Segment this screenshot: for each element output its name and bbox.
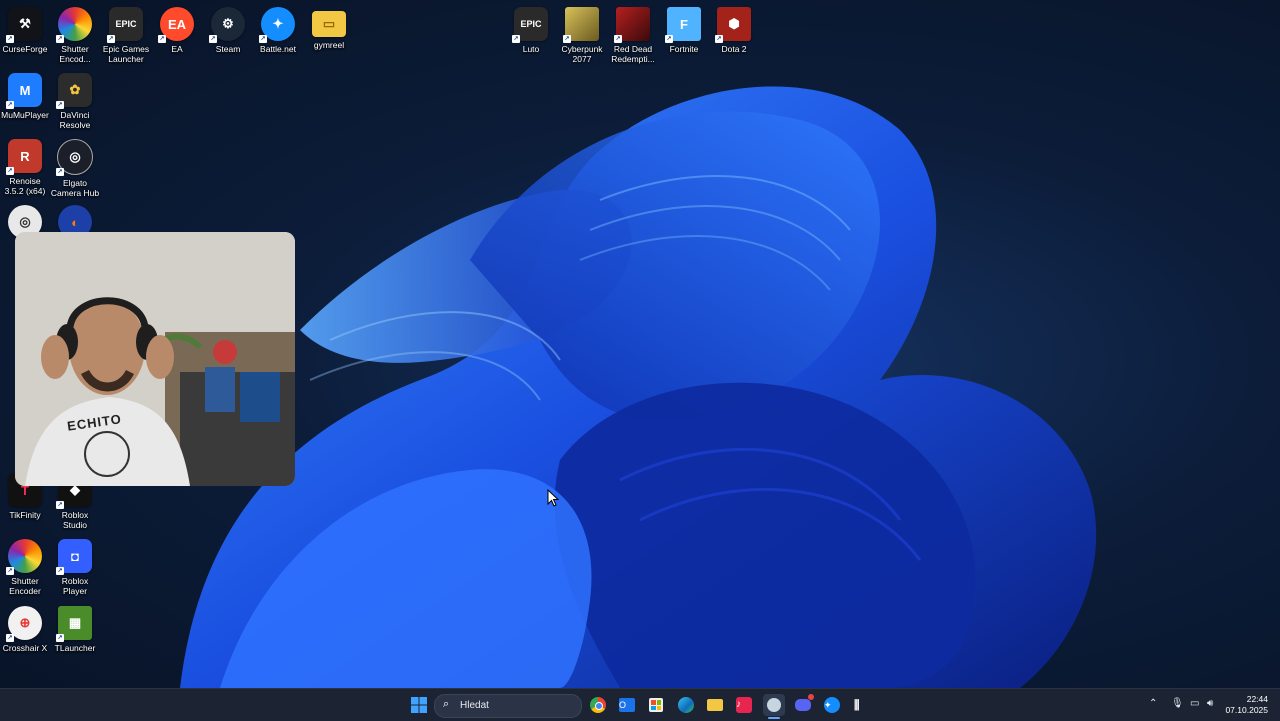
icon-label: Crosshair X	[2, 643, 48, 653]
icon-label: Cyberpunk 2077	[561, 44, 603, 64]
desktop-icon-dota-2[interactable]: ⬢ ↗ Dota 2	[709, 7, 759, 54]
desktop-icon-epic-games-launcher[interactable]: EPIC ↗ Epic Games Launcher	[101, 7, 151, 64]
file-explorer-icon[interactable]	[704, 694, 726, 716]
battlenet-taskbar-icon[interactable]: ✦	[821, 694, 843, 716]
shutter-encoder-icon: ↗	[56, 7, 92, 43]
desktop-icon-shutter-encoder-2[interactable]: ↗ Shutter Encoder	[0, 539, 50, 596]
icon-label: Renoise 3.5.2 (x64)	[4, 176, 46, 196]
chevron-up-icon[interactable]: ⌃	[1149, 698, 1157, 709]
chrome-icon[interactable]	[587, 694, 609, 716]
folder-icon: ▭	[312, 11, 346, 37]
clock-time: 22:44	[1246, 694, 1268, 704]
icon-label: Red Dead Redempti...	[611, 44, 655, 64]
fortnite-icon: F ↗	[665, 7, 701, 43]
battlenet-icon: ✦ ↗	[259, 7, 295, 43]
outlook-icon[interactable]: O	[616, 694, 638, 716]
network-icon[interactable]: ▭	[1190, 698, 1199, 709]
crosshair-x-icon: ⊕ ↗	[6, 606, 42, 642]
webcam-video-frame	[15, 232, 295, 486]
icon-label: Battle.net	[260, 44, 296, 54]
desktop-icon-davinci-resolve[interactable]: ✿ ↗ DaVinci Resolve	[50, 73, 100, 130]
shutter-encoder-icon: ↗	[6, 539, 42, 575]
davinci-resolve-icon: ✿ ↗	[56, 73, 92, 109]
steam-taskbar-icon[interactable]	[763, 694, 785, 719]
app-icon[interactable]: ⫼	[850, 694, 872, 716]
desktop-icon-roblox-player[interactable]: ◘ ↗ Roblox Player	[50, 539, 100, 596]
start-button[interactable]	[408, 694, 430, 716]
icon-label: Shutter Encoder	[9, 576, 41, 596]
icon-label: MuMuPlayer	[1, 110, 49, 120]
desktop-icon-renoise[interactable]: R ↗ Renoise 3.5.2 (x64)	[0, 139, 50, 196]
desktop-icon-fortnite[interactable]: F ↗ Fortnite	[659, 7, 709, 54]
icon-label: Fortnite	[669, 44, 699, 54]
icon-label: Epic Games Launcher	[102, 44, 150, 64]
desktop-icon-mumuplayer[interactable]: M ↗ MuMuPlayer	[0, 73, 50, 120]
tiktok-icon[interactable]: ♪	[733, 694, 755, 716]
desktop-icon-tlauncher[interactable]: ▦ ↗ TLauncher	[50, 606, 100, 653]
cyberpunk-icon: ↗	[563, 7, 599, 43]
desktop-icon-red-dead-redemption[interactable]: ↗ Red Dead Redempti...	[608, 7, 658, 64]
desktop-icon-cyberpunk-2077[interactable]: ↗ Cyberpunk 2077	[557, 7, 607, 64]
desktop-icon-crosshair-x[interactable]: ⊕ ↗ Crosshair X	[0, 606, 50, 653]
steam-icon: ⚙ ↗	[209, 7, 245, 43]
renoise-icon: R ↗	[6, 139, 42, 175]
webcam-overlay: ECHITO	[15, 232, 295, 486]
clock[interactable]: 22:44 07.10.2025	[1225, 694, 1268, 716]
search-placeholder: Hledat	[460, 700, 489, 711]
desktop: ⚒ ↗ CurseForge ↗ Shutter Encod... EPIC ↗ E…	[0, 0, 1280, 688]
desktop-icon-battlenet[interactable]: ✦ ↗ Battle.net	[253, 7, 303, 54]
windows-logo-icon	[411, 697, 427, 713]
icon-label: TikFinity	[9, 510, 41, 520]
edge-icon[interactable]	[675, 694, 697, 716]
icon-label: Steam	[215, 44, 241, 54]
icon-label: Elgato Camera Hub	[50, 178, 100, 198]
icon-label: EA	[171, 44, 183, 54]
red-dead-icon: ↗	[614, 7, 650, 43]
desktop-icon-elgato-camera-hub[interactable]: ◎ ↗ Elgato Camera Hub	[50, 139, 100, 198]
desktop-icon-luto[interactable]: EPIC ↗ Luto	[506, 7, 556, 54]
ea-icon: EA ↗	[158, 7, 194, 43]
roblox-player-icon: ◘ ↗	[56, 539, 92, 575]
desktop-icon-ea[interactable]: EA ↗ EA	[152, 7, 202, 54]
taskbar-search-box[interactable]: ⌕ Hledat	[434, 694, 582, 718]
mouse-cursor-icon	[547, 489, 559, 507]
icon-label: Roblox Studio	[61, 510, 89, 530]
icon-label: gymreel	[313, 40, 345, 50]
elgato-icon: ◎ ↗	[56, 139, 93, 176]
icon-label: Shutter Encod...	[59, 44, 91, 64]
tlauncher-icon: ▦ ↗	[56, 606, 92, 642]
desktop-icon-shutter-encoder[interactable]: ↗ Shutter Encod...	[50, 7, 100, 64]
epic-games-icon: EPIC ↗	[107, 7, 143, 43]
desktop-icon-steam[interactable]: ⚙ ↗ Steam	[203, 7, 253, 54]
taskbar: ⌕ Hledat O ♪ ✦ ⫼ ⌃ 🎙︎ ▭ 🔊︎ 22:44 07.10.2…	[0, 688, 1280, 721]
epic-games-icon: EPIC ↗	[512, 7, 548, 43]
volume-icon[interactable]: 🔊︎	[1207, 698, 1213, 709]
mumuplayer-icon: M ↗	[6, 73, 42, 109]
clock-date: 07.10.2025	[1225, 705, 1268, 715]
store-icon[interactable]	[645, 694, 667, 716]
icon-label: Roblox Player	[61, 576, 89, 596]
microphone-icon[interactable]: 🎙︎	[1171, 698, 1184, 709]
icon-label: DaVinci Resolve	[59, 110, 91, 130]
icon-label: Luto	[522, 44, 540, 54]
desktop-icon-gymreel[interactable]: ▭ gymreel	[304, 7, 354, 50]
icon-label: Dota 2	[721, 44, 747, 54]
discord-icon[interactable]	[792, 694, 814, 716]
desktop-icon-curseforge[interactable]: ⚒ ↗ CurseForge	[0, 7, 50, 54]
search-icon: ⌕	[443, 698, 450, 710]
icon-label: TLauncher	[54, 643, 96, 653]
curseforge-icon: ⚒ ↗	[6, 7, 42, 43]
icon-label: CurseForge	[2, 44, 48, 54]
dota2-icon: ⬢ ↗	[715, 7, 751, 43]
